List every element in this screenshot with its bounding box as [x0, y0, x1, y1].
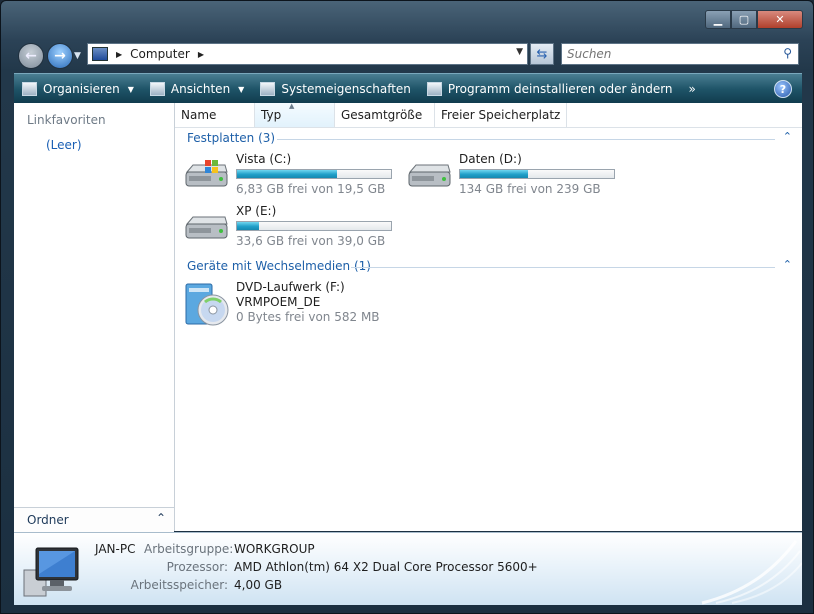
drive-free-space: 6,83 GB frei von 19,5 GB [236, 182, 386, 196]
refresh-button[interactable]: ⇆ [530, 43, 554, 65]
computer-name: JAN-PC [95, 542, 136, 556]
drive-free-space: 33,6 GB frei von 39,0 GB [236, 234, 386, 248]
computer-monitor-icon [23, 547, 79, 597]
sort-ascending-icon: ▲ [289, 102, 295, 110]
computer-icon [92, 47, 108, 61]
views-icon [149, 82, 165, 96]
column-type[interactable]: ▲ Typ [255, 102, 335, 127]
drive-usage-fill [237, 222, 259, 230]
drive-item-d[interactable]: Daten (D:) 134 GB frei von 239 GB [406, 152, 626, 200]
column-type-label: Typ [261, 108, 282, 122]
drive-usage-bar [236, 221, 392, 231]
column-headers: Name ▲ Typ Gesamtgröße Freier Speicherpl… [175, 102, 802, 128]
search-box[interactable]: ⚲ [561, 43, 799, 65]
column-free-space-label: Freier Speicherplatz [441, 108, 561, 122]
decorative-swoosh [701, 540, 802, 605]
folders-toggle[interactable]: Ordner ⌃ [14, 507, 174, 532]
drive-usage-bar [236, 169, 392, 179]
group-header-removable[interactable]: Geräte mit Wechselmedien (1) [187, 259, 371, 273]
group-header-hard-disks[interactable]: Festplatten (3) [187, 131, 275, 145]
arrow-right-icon: → [54, 48, 66, 64]
collapse-group-icon[interactable]: ⌃ [783, 130, 792, 143]
drive-free-space: 134 GB frei von 239 GB [459, 182, 601, 196]
drive-name: XP (E:) [236, 204, 277, 218]
hard-drive-icon [408, 164, 451, 187]
windows-logo-icon [205, 160, 218, 173]
favorite-links-empty: (Leer) [46, 138, 82, 152]
window-controls: ▁ ▢ ✕ [705, 10, 803, 29]
organize-icon [22, 82, 37, 96]
organize-menu[interactable]: Organisieren ▼ [14, 74, 142, 104]
drive-item-c[interactable]: Vista (C:) 6,83 GB frei von 19,5 GB [183, 152, 403, 200]
dvd-drive-icon [185, 283, 229, 326]
search-icon[interactable]: ⚲ [783, 46, 792, 60]
help-icon[interactable]: ? [774, 80, 792, 98]
column-name[interactable]: Name [175, 103, 255, 127]
folders-label: Ordner [27, 513, 69, 527]
uninstall-icon [426, 82, 442, 96]
drive-name: DVD-Laufwerk (F:) [236, 280, 345, 294]
memory-value: 4,00 GB [234, 578, 283, 592]
details-pane: JAN-PC Arbeitsgruppe: WORKGROUP Prozesso… [14, 532, 802, 605]
drive-free-space: 0 Bytes frei von 582 MB [236, 310, 380, 324]
views-menu[interactable]: Ansichten ▼ [142, 74, 252, 104]
memory-label: Arbeitsspeicher: [130, 578, 228, 592]
drive-volume-label: VRMPOEM_DE [236, 295, 321, 309]
search-input[interactable] [562, 44, 782, 64]
system-properties-button[interactable]: Systemeigenschaften [252, 74, 419, 104]
forward-button[interactable]: → [47, 43, 73, 69]
chevron-right-icon[interactable]: ▶ [198, 50, 204, 59]
drive-item-f[interactable]: DVD-Laufwerk (F:) VRMPOEM_DE 0 Bytes fre… [183, 280, 403, 328]
chevron-down-icon: ▼ [127, 84, 134, 94]
address-bar[interactable]: ▶ Computer ▶ ▼ [87, 43, 528, 65]
column-free-space[interactable]: Freier Speicherplatz [435, 103, 567, 127]
command-bar: Organisieren ▼ Ansichten ▼ Systemeigensc… [14, 73, 802, 104]
back-button[interactable]: ← [18, 43, 44, 69]
drive-item-e[interactable]: XP (E:) 33,6 GB frei von 39,0 GB [183, 204, 403, 252]
close-button[interactable]: ✕ [757, 10, 803, 29]
maximize-button[interactable]: ▢ [731, 10, 757, 29]
column-name-label: Name [181, 108, 217, 122]
system-properties-label: Systemeigenschaften [281, 82, 411, 96]
column-total-size-label: Gesamtgröße [341, 108, 423, 122]
processor-value: AMD Athlon(tm) 64 X2 Dual Core Processor… [234, 560, 538, 574]
views-label: Ansichten [170, 82, 231, 96]
refresh-icon: ⇆ [536, 46, 548, 62]
uninstall-label: Programm deinstallieren oder ändern [447, 82, 673, 96]
chevron-down-icon: ▼ [238, 84, 245, 94]
toolbar-overflow-button[interactable]: » [681, 74, 704, 104]
drive-name: Daten (D:) [459, 152, 522, 166]
column-total-size[interactable]: Gesamtgröße [335, 103, 435, 127]
group-divider [351, 267, 775, 268]
chevron-up-icon: ⌃ [155, 511, 166, 525]
recent-pages-dropdown[interactable]: ▼ [74, 51, 81, 61]
file-list: Name ▲ Typ Gesamtgröße Freier Speicherpl… [175, 102, 802, 531]
navigation-pane: Linkfavoriten (Leer) Ordner ⌃ [14, 103, 175, 532]
collapse-group-icon[interactable]: ⌃ [783, 258, 792, 271]
arrow-left-icon: ← [25, 48, 37, 64]
group-divider [277, 139, 775, 140]
workgroup-value: WORKGROUP [234, 542, 315, 556]
workgroup-label: Arbeitsgruppe: [144, 542, 234, 556]
minimize-button[interactable]: ▁ [705, 10, 731, 29]
drive-usage-fill [460, 170, 528, 178]
uninstall-program-button[interactable]: Programm deinstallieren oder ändern [419, 74, 681, 104]
favorite-links-title: Linkfavoriten [27, 113, 106, 127]
drive-name: Vista (C:) [236, 152, 292, 166]
hard-drive-icon [185, 216, 228, 239]
drive-usage-bar [459, 169, 615, 179]
breadcrumb-computer[interactable]: Computer [130, 47, 190, 61]
processor-label: Prozessor: [166, 560, 228, 574]
drive-usage-fill [237, 170, 338, 178]
system-properties-icon [260, 82, 276, 96]
organize-label: Organisieren [43, 82, 120, 96]
address-dropdown-icon[interactable]: ▼ [516, 47, 523, 57]
chevron-right-icon[interactable]: ▶ [116, 50, 122, 59]
explorer-window: ▁ ▢ ✕ ← → ▼ ▶ Computer ▶ ▼ ⇆ ⚲ Organisie… [0, 0, 814, 614]
